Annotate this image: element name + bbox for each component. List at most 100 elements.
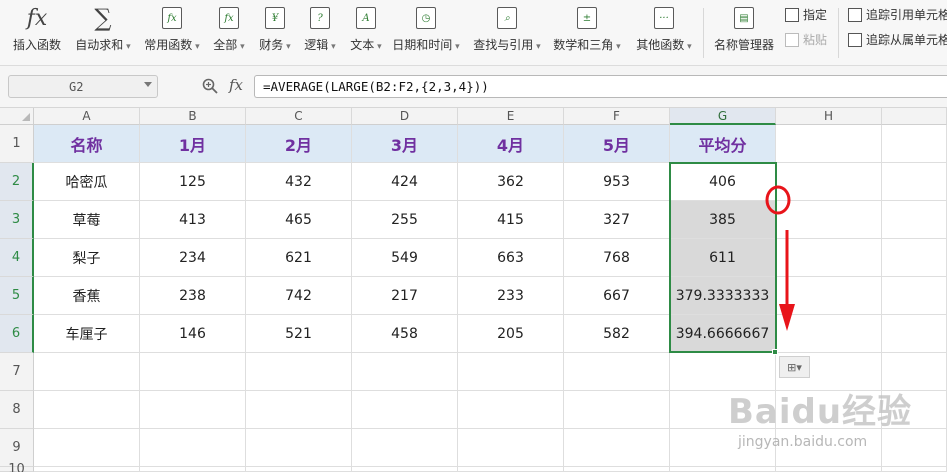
cell[interactable]: [882, 239, 947, 277]
cell[interactable]: [776, 315, 882, 353]
data-cell[interactable]: 146: [140, 315, 246, 353]
ribbon-button-9[interactable]: ± 数学和三角 ▾: [550, 0, 624, 62]
column-header-c[interactable]: C: [246, 108, 352, 125]
row-header-1[interactable]: 1: [0, 125, 34, 163]
data-cell[interactable]: 香蕉: [34, 277, 140, 315]
cell[interactable]: [882, 163, 947, 201]
ribbon-button-7[interactable]: ◷ 日期和时间 ▾: [390, 0, 462, 62]
cell[interactable]: [140, 467, 246, 472]
column-header-b[interactable]: B: [140, 108, 246, 125]
specify-button[interactable]: 指定: [785, 6, 827, 23]
cell[interactable]: [34, 391, 140, 429]
cell[interactable]: [776, 277, 882, 315]
ribbon-button-4[interactable]: ¥ 财务 ▾: [254, 0, 296, 62]
cell[interactable]: [776, 125, 882, 163]
cell[interactable]: [352, 353, 458, 391]
data-cell[interactable]: 582: [564, 315, 670, 353]
cell[interactable]: [564, 429, 670, 467]
data-cell[interactable]: 哈密瓜: [34, 163, 140, 201]
row-header-3[interactable]: 3: [0, 201, 34, 239]
column-header-e[interactable]: E: [458, 108, 564, 125]
cell[interactable]: [882, 125, 947, 163]
data-cell[interactable]: 327: [564, 201, 670, 239]
fx-icon[interactable]: fx: [229, 76, 243, 94]
cell[interactable]: [34, 467, 140, 472]
average-cell[interactable]: 611: [670, 239, 776, 277]
ribbon-button-3[interactable]: fx 全部 ▾: [206, 0, 252, 62]
ribbon-button-2[interactable]: fx 常用函数 ▾: [140, 0, 204, 62]
paste-options-button[interactable]: ⊞▾: [779, 356, 810, 378]
ribbon-button-8[interactable]: ⌕ 查找与引用 ▾: [470, 0, 544, 62]
row-header-8[interactable]: 8: [0, 391, 34, 429]
data-cell[interactable]: 415: [458, 201, 564, 239]
cell[interactable]: [776, 163, 882, 201]
cell[interactable]: [776, 201, 882, 239]
column-header-h[interactable]: H: [776, 108, 882, 125]
average-cell[interactable]: 379.3333333: [670, 277, 776, 315]
data-cell[interactable]: 621: [246, 239, 352, 277]
cell[interactable]: [564, 391, 670, 429]
cell[interactable]: [458, 353, 564, 391]
data-cell[interactable]: 663: [458, 239, 564, 277]
header-cell[interactable]: 2月: [246, 125, 352, 163]
cell[interactable]: [882, 277, 947, 315]
cell[interactable]: [352, 467, 458, 472]
data-cell[interactable]: 233: [458, 277, 564, 315]
cell[interactable]: [34, 353, 140, 391]
fill-handle[interactable]: [772, 349, 778, 355]
data-cell[interactable]: 238: [140, 277, 246, 315]
header-cell[interactable]: 名称: [34, 125, 140, 163]
data-cell[interactable]: 424: [352, 163, 458, 201]
row-header-6[interactable]: 6: [0, 315, 34, 353]
cell[interactable]: [564, 353, 670, 391]
data-cell[interactable]: 465: [246, 201, 352, 239]
cell[interactable]: [352, 429, 458, 467]
data-cell[interactable]: 953: [564, 163, 670, 201]
chevron-down-icon[interactable]: [144, 82, 152, 87]
row-header-7[interactable]: 7: [0, 353, 34, 391]
data-cell[interactable]: 234: [140, 239, 246, 277]
ribbon-button-11[interactable]: ▤ 名称管理器: [710, 0, 778, 62]
cell[interactable]: [34, 429, 140, 467]
cell[interactable]: [352, 391, 458, 429]
zoom-icon[interactable]: [202, 78, 218, 94]
cell[interactable]: [882, 315, 947, 353]
row-header-2[interactable]: 2: [0, 163, 34, 201]
row-header-10[interactable]: 10: [0, 462, 34, 472]
paste-button[interactable]: 粘贴: [785, 31, 827, 48]
ribbon-button-6[interactable]: A 文本 ▾: [344, 0, 388, 62]
data-cell[interactable]: 549: [352, 239, 458, 277]
data-cell[interactable]: 521: [246, 315, 352, 353]
cell[interactable]: [882, 201, 947, 239]
data-cell[interactable]: 255: [352, 201, 458, 239]
data-cell[interactable]: 125: [140, 163, 246, 201]
data-cell[interactable]: 217: [352, 277, 458, 315]
select-all-corner[interactable]: [0, 108, 34, 125]
data-cell[interactable]: 梨子: [34, 239, 140, 277]
average-cell[interactable]: 406: [670, 163, 776, 201]
trace-precedents-button[interactable]: 追踪引用单元格: [848, 6, 947, 23]
ribbon-button-0[interactable]: fx 插入函数: [2, 0, 72, 62]
cell[interactable]: [458, 429, 564, 467]
average-cell[interactable]: 394.6666667: [670, 315, 776, 353]
cell[interactable]: [140, 391, 246, 429]
ribbon-button-10[interactable]: ··· 其他函数 ▾: [632, 0, 696, 62]
data-cell[interactable]: 667: [564, 277, 670, 315]
cell[interactable]: [246, 467, 352, 472]
cell[interactable]: [246, 391, 352, 429]
data-cell[interactable]: 413: [140, 201, 246, 239]
row-header-4[interactable]: 4: [0, 239, 34, 277]
average-cell[interactable]: 385: [670, 201, 776, 239]
ribbon-button-5[interactable]: ? 逻辑 ▾: [298, 0, 342, 62]
data-cell[interactable]: 768: [564, 239, 670, 277]
cell[interactable]: [140, 353, 246, 391]
data-cell[interactable]: 742: [246, 277, 352, 315]
column-header-a[interactable]: A: [34, 108, 140, 125]
cell[interactable]: [458, 391, 564, 429]
header-cell[interactable]: 平均分: [670, 125, 776, 163]
column-header-f[interactable]: F: [564, 108, 670, 125]
cell[interactable]: [246, 429, 352, 467]
header-cell[interactable]: 4月: [458, 125, 564, 163]
data-cell[interactable]: 205: [458, 315, 564, 353]
trace-dependents-button[interactable]: 追踪从属单元格: [848, 31, 947, 48]
